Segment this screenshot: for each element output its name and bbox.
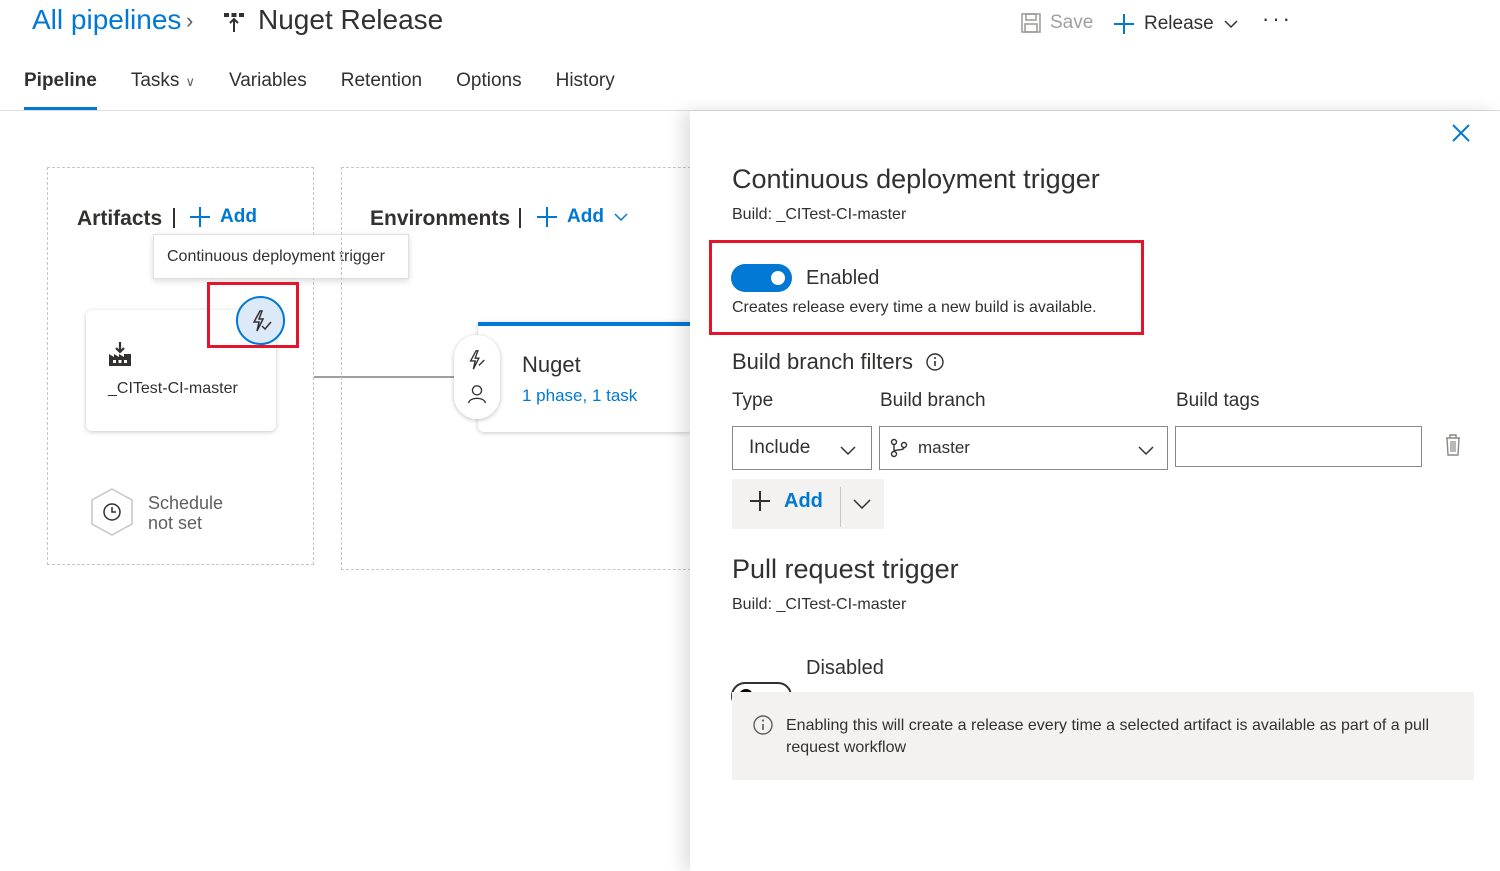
tab-pipeline[interactable]: Pipeline bbox=[24, 70, 97, 110]
pipeline-icon bbox=[224, 13, 244, 32]
release-button[interactable]: Release bbox=[1112, 12, 1240, 36]
branch-column-label: Build branch bbox=[880, 390, 986, 411]
cd-trigger-title: Continuous deployment trigger bbox=[732, 164, 1100, 194]
pr-build-source: Build: _CITest-CI-master bbox=[732, 596, 907, 613]
add-environment-label: Add bbox=[567, 206, 604, 227]
trigger-highlight-box bbox=[207, 282, 299, 348]
close-icon[interactable] bbox=[1449, 121, 1473, 145]
release-label: Release bbox=[1144, 13, 1214, 34]
tab-tasks[interactable]: Tasks ∨ bbox=[131, 70, 195, 110]
branch-filters-title: Build branch filters bbox=[732, 349, 913, 374]
person-icon bbox=[468, 385, 486, 404]
plus-icon bbox=[190, 207, 210, 227]
artifacts-title: Artifacts bbox=[77, 207, 163, 230]
cd-build-source: Build: _CITest-CI-master bbox=[732, 206, 907, 223]
build-tags-input[interactable] bbox=[1175, 426, 1422, 467]
save-button[interactable]: Save bbox=[1020, 12, 1093, 34]
cd-highlight-box bbox=[709, 240, 1144, 335]
split-divider bbox=[840, 487, 841, 527]
pipeline-title: Nuget Release bbox=[258, 4, 444, 35]
lightning-icon bbox=[469, 350, 485, 370]
environments-title: Environments bbox=[370, 207, 511, 230]
section-separator bbox=[173, 208, 175, 228]
pipeline-tabs: Pipeline Tasks ∨ Variables Retention Opti… bbox=[24, 70, 649, 110]
pr-trigger-title: Pull request trigger bbox=[732, 554, 959, 584]
add-filter-label: Add bbox=[784, 489, 823, 512]
type-value: Include bbox=[749, 437, 811, 458]
environment-conditions[interactable] bbox=[454, 335, 500, 419]
save-label: Save bbox=[1050, 12, 1094, 33]
chevron-down-icon bbox=[1224, 20, 1238, 29]
tab-label: Variables bbox=[228, 70, 307, 91]
tab-history[interactable]: History bbox=[556, 70, 615, 110]
save-icon bbox=[1021, 13, 1041, 33]
section-separator bbox=[519, 208, 521, 228]
breadcrumb-all-pipelines[interactable]: All pipelines bbox=[32, 4, 181, 36]
type-dropdown[interactable]: Include bbox=[732, 426, 872, 470]
branch-dropdown[interactable]: master bbox=[879, 426, 1168, 470]
chevron-down-icon[interactable] bbox=[852, 494, 872, 514]
pr-info-text: Enabling this will create a release ever… bbox=[786, 717, 1429, 756]
info-icon bbox=[753, 715, 773, 735]
more-options-button[interactable]: ··· bbox=[1262, 6, 1293, 32]
tab-retention[interactable]: Retention bbox=[341, 70, 422, 110]
add-artifact-button[interactable]: Add bbox=[188, 205, 257, 229]
chevron-down-icon: ∨ bbox=[185, 74, 195, 89]
plus-icon bbox=[1114, 14, 1134, 34]
pr-toggle-label: Disabled bbox=[806, 657, 884, 679]
tab-label: Options bbox=[456, 70, 522, 91]
plus-icon bbox=[750, 491, 770, 511]
tab-options[interactable]: Options bbox=[456, 70, 521, 110]
chevron-down-icon bbox=[614, 213, 628, 222]
plus-icon bbox=[537, 207, 557, 227]
add-environment-button[interactable]: Add bbox=[535, 205, 630, 229]
branch-icon bbox=[890, 438, 908, 458]
environment-summary-link[interactable]: 1 phase, 1 task bbox=[522, 386, 637, 406]
chevron-down-icon bbox=[1138, 446, 1154, 456]
artifact-name: _CITest-CI-master bbox=[108, 380, 238, 397]
branch-value: master bbox=[918, 438, 970, 457]
info-icon[interactable] bbox=[925, 352, 945, 372]
tags-column-label: Build tags bbox=[1176, 390, 1260, 411]
tab-label: Retention bbox=[340, 70, 423, 91]
chevron-down-icon bbox=[840, 446, 856, 456]
build-artifact-icon bbox=[109, 342, 131, 366]
schedule-icon[interactable] bbox=[88, 487, 136, 537]
schedule-line-1: Schedule bbox=[148, 493, 224, 513]
trash-icon[interactable] bbox=[1443, 433, 1463, 457]
branch-filters-heading: Build branch filters bbox=[732, 349, 945, 375]
environment-card[interactable] bbox=[478, 322, 693, 432]
schedule-status: Schedule not set bbox=[148, 493, 223, 533]
schedule-line-2: not set bbox=[148, 513, 203, 533]
add-filter-button[interactable]: Add bbox=[748, 489, 823, 513]
tab-label: History bbox=[555, 70, 615, 91]
tab-label: Pipeline bbox=[24, 70, 97, 91]
tab-label: Tasks bbox=[130, 70, 180, 91]
type-column-label: Type bbox=[732, 390, 774, 411]
environment-name: Nuget bbox=[522, 352, 581, 377]
breadcrumb-chevron-icon: › bbox=[186, 8, 194, 33]
add-artifact-label: Add bbox=[220, 206, 257, 227]
tab-variables[interactable]: Variables bbox=[229, 70, 307, 110]
